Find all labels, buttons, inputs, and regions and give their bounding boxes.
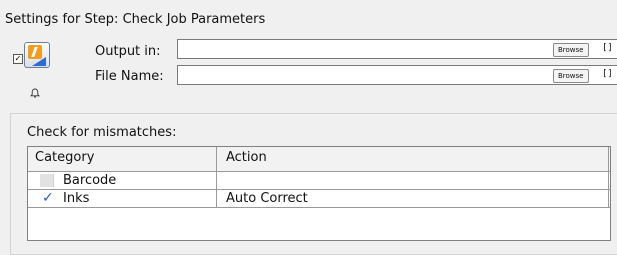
lightning-label-icon — [28, 45, 42, 59]
cell-divider — [216, 190, 217, 207]
action-cell[interactable]: Auto Correct — [226, 190, 308, 207]
step-icon-group[interactable]: ✓ — [13, 40, 53, 72]
file-name-label: File Name: — [95, 69, 164, 84]
mismatch-table: Category Action Barcode ✓ Inks Auto Corr… — [27, 146, 611, 241]
column-divider[interactable] — [216, 147, 217, 171]
output-in-label: Output in: — [95, 44, 161, 59]
cell-divider — [608, 172, 609, 189]
file-bracket[interactable]: [] — [602, 69, 613, 79]
cell-divider — [216, 172, 217, 189]
mismatch-label: Check for mismatches: — [27, 125, 177, 140]
step-enabled-checkbox[interactable]: ✓ — [13, 54, 23, 64]
table-row[interactable]: Barcode — [28, 172, 610, 190]
cell-divider — [608, 190, 609, 207]
dialog-title: Settings for Step: Check Job Parameters — [5, 12, 266, 27]
output-browse-button[interactable]: Browse — [553, 43, 589, 57]
table-header: Category Action — [28, 147, 610, 172]
check-job-parameters-icon — [24, 42, 50, 68]
column-header-action[interactable]: Action — [226, 150, 267, 165]
file-name-field[interactable] — [177, 65, 617, 85]
table-row[interactable]: ✓ Inks Auto Correct — [28, 190, 610, 208]
category-cell: Inks — [63, 191, 90, 206]
output-bracket[interactable]: [] — [602, 43, 613, 53]
row-checkbox[interactable] — [40, 174, 54, 187]
check-icon[interactable]: ✓ — [42, 190, 54, 207]
category-cell: Barcode — [63, 173, 117, 188]
output-in-field[interactable] — [177, 39, 617, 59]
column-header-category[interactable]: Category — [35, 150, 94, 165]
file-browse-button[interactable]: Browse — [553, 69, 589, 83]
bell-icon[interactable] — [30, 88, 40, 98]
column-divider[interactable] — [608, 147, 609, 171]
